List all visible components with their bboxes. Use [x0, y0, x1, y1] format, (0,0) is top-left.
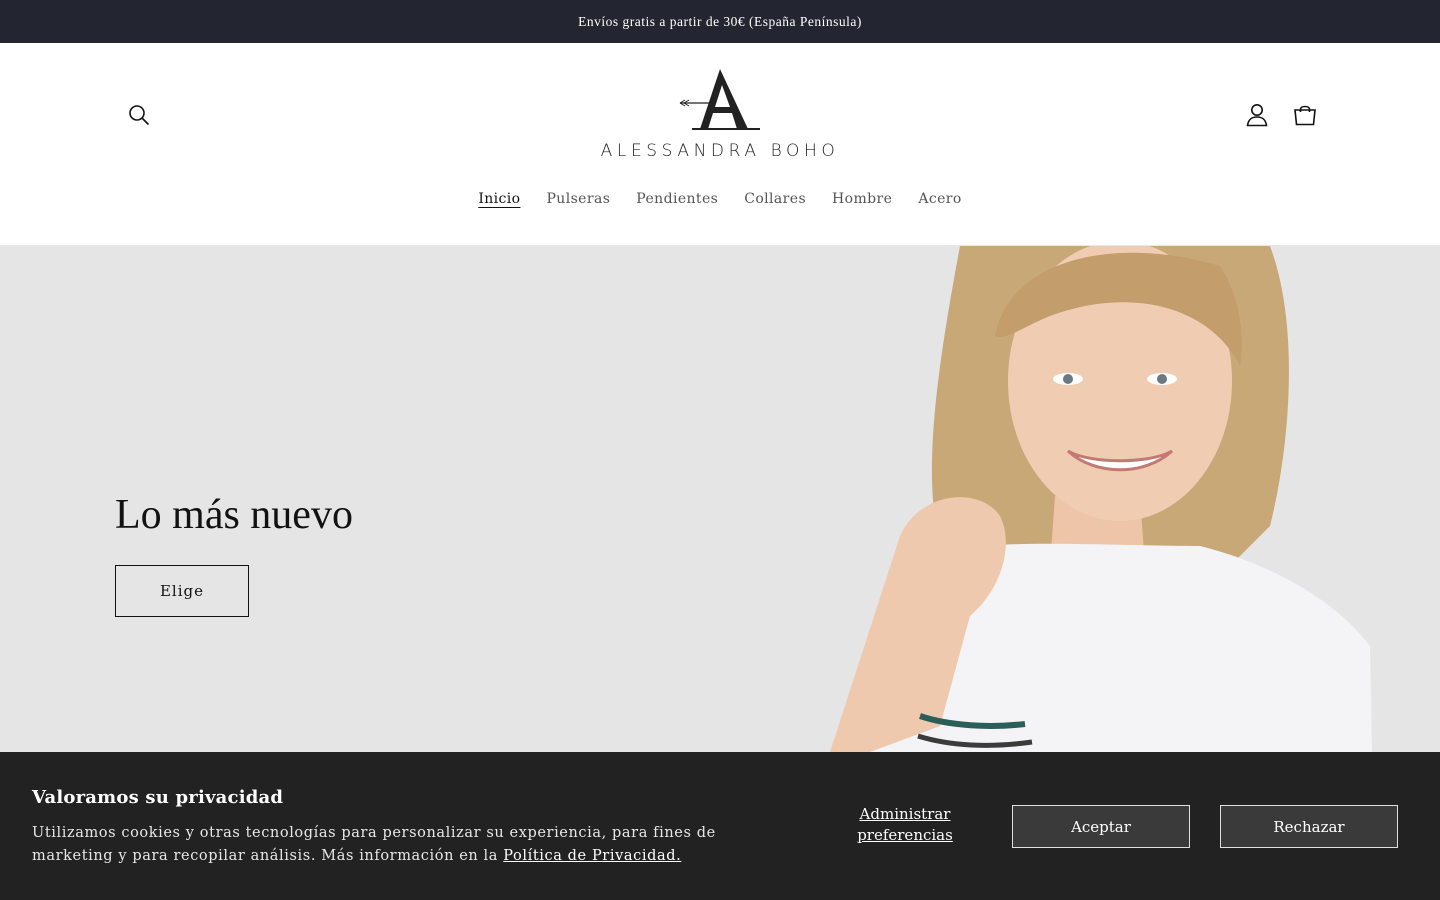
hero-model-image: [830, 246, 1372, 752]
manage-preferences-link[interactable]: Administrar preferencias: [845, 804, 965, 846]
announcement-text: Envíos gratis a partir de 30€ (España Pe…: [578, 13, 862, 29]
nav-item-hombre[interactable]: Hombre: [819, 183, 905, 215]
nav-item-acero[interactable]: Acero: [905, 183, 974, 215]
hero-banner: Lo más nuevo Elige: [0, 246, 1440, 752]
cookie-banner: Valoramos su privacidad Utilizamos cooki…: [0, 752, 1440, 900]
nav-item-pendientes[interactable]: Pendientes: [623, 183, 731, 215]
main-nav: Inicio Pulseras Pendientes Collares Homb…: [0, 183, 1440, 215]
privacy-policy-link[interactable]: Política de Privacidad.: [503, 848, 681, 864]
nav-item-pulseras[interactable]: Pulseras: [533, 183, 623, 215]
account-button[interactable]: [1235, 93, 1279, 137]
nav-item-collares[interactable]: Collares: [731, 183, 819, 215]
site-header: ALESSANDRA BOHO Inicio Pulseras Pendient…: [0, 43, 1440, 246]
reject-button[interactable]: Rechazar: [1220, 805, 1398, 848]
search-button[interactable]: [117, 93, 161, 137]
cart-icon: [1294, 105, 1316, 126]
user-icon: [1246, 104, 1268, 127]
logo-text: ALESSANDRA BOHO: [600, 141, 840, 161]
hero-title: Lo más nuevo: [115, 492, 353, 538]
cookie-title: Valoramos su privacidad: [32, 787, 284, 808]
hero-cta-button[interactable]: Elige: [115, 565, 249, 617]
nav-item-inicio[interactable]: Inicio: [465, 183, 533, 215]
accept-button[interactable]: Aceptar: [1012, 805, 1190, 848]
search-icon: [129, 105, 150, 126]
logo[interactable]: ALESSANDRA BOHO: [601, 65, 835, 165]
cart-button[interactable]: [1283, 93, 1327, 137]
logo-mark-icon: [679, 69, 760, 130]
announcement-bar: Envíos gratis a partir de 30€ (España Pe…: [0, 0, 1440, 43]
cookie-text: Utilizamos cookies y otras tecnologías p…: [32, 822, 772, 868]
